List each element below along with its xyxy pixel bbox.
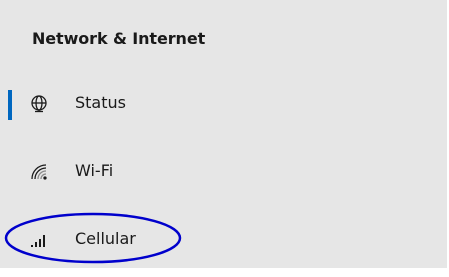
wifi-icon: [28, 161, 50, 183]
nav-item-label: Status: [75, 93, 126, 112]
settings-nav-panel: Network & Internet Status Wi-Fi Cellular: [0, 0, 447, 268]
cellular-signal-icon: [28, 229, 50, 251]
globe-icon: [28, 93, 50, 115]
nav-item-label: Cellular: [75, 229, 136, 248]
nav-item-wifi[interactable]: Wi-Fi: [0, 151, 447, 191]
nav-item-label: Wi-Fi: [75, 161, 114, 180]
selected-indicator: [8, 90, 12, 120]
section-title: Network & Internet: [32, 29, 206, 48]
nav-item-status[interactable]: Status: [0, 83, 447, 123]
nav-item-cellular[interactable]: Cellular: [0, 219, 447, 259]
